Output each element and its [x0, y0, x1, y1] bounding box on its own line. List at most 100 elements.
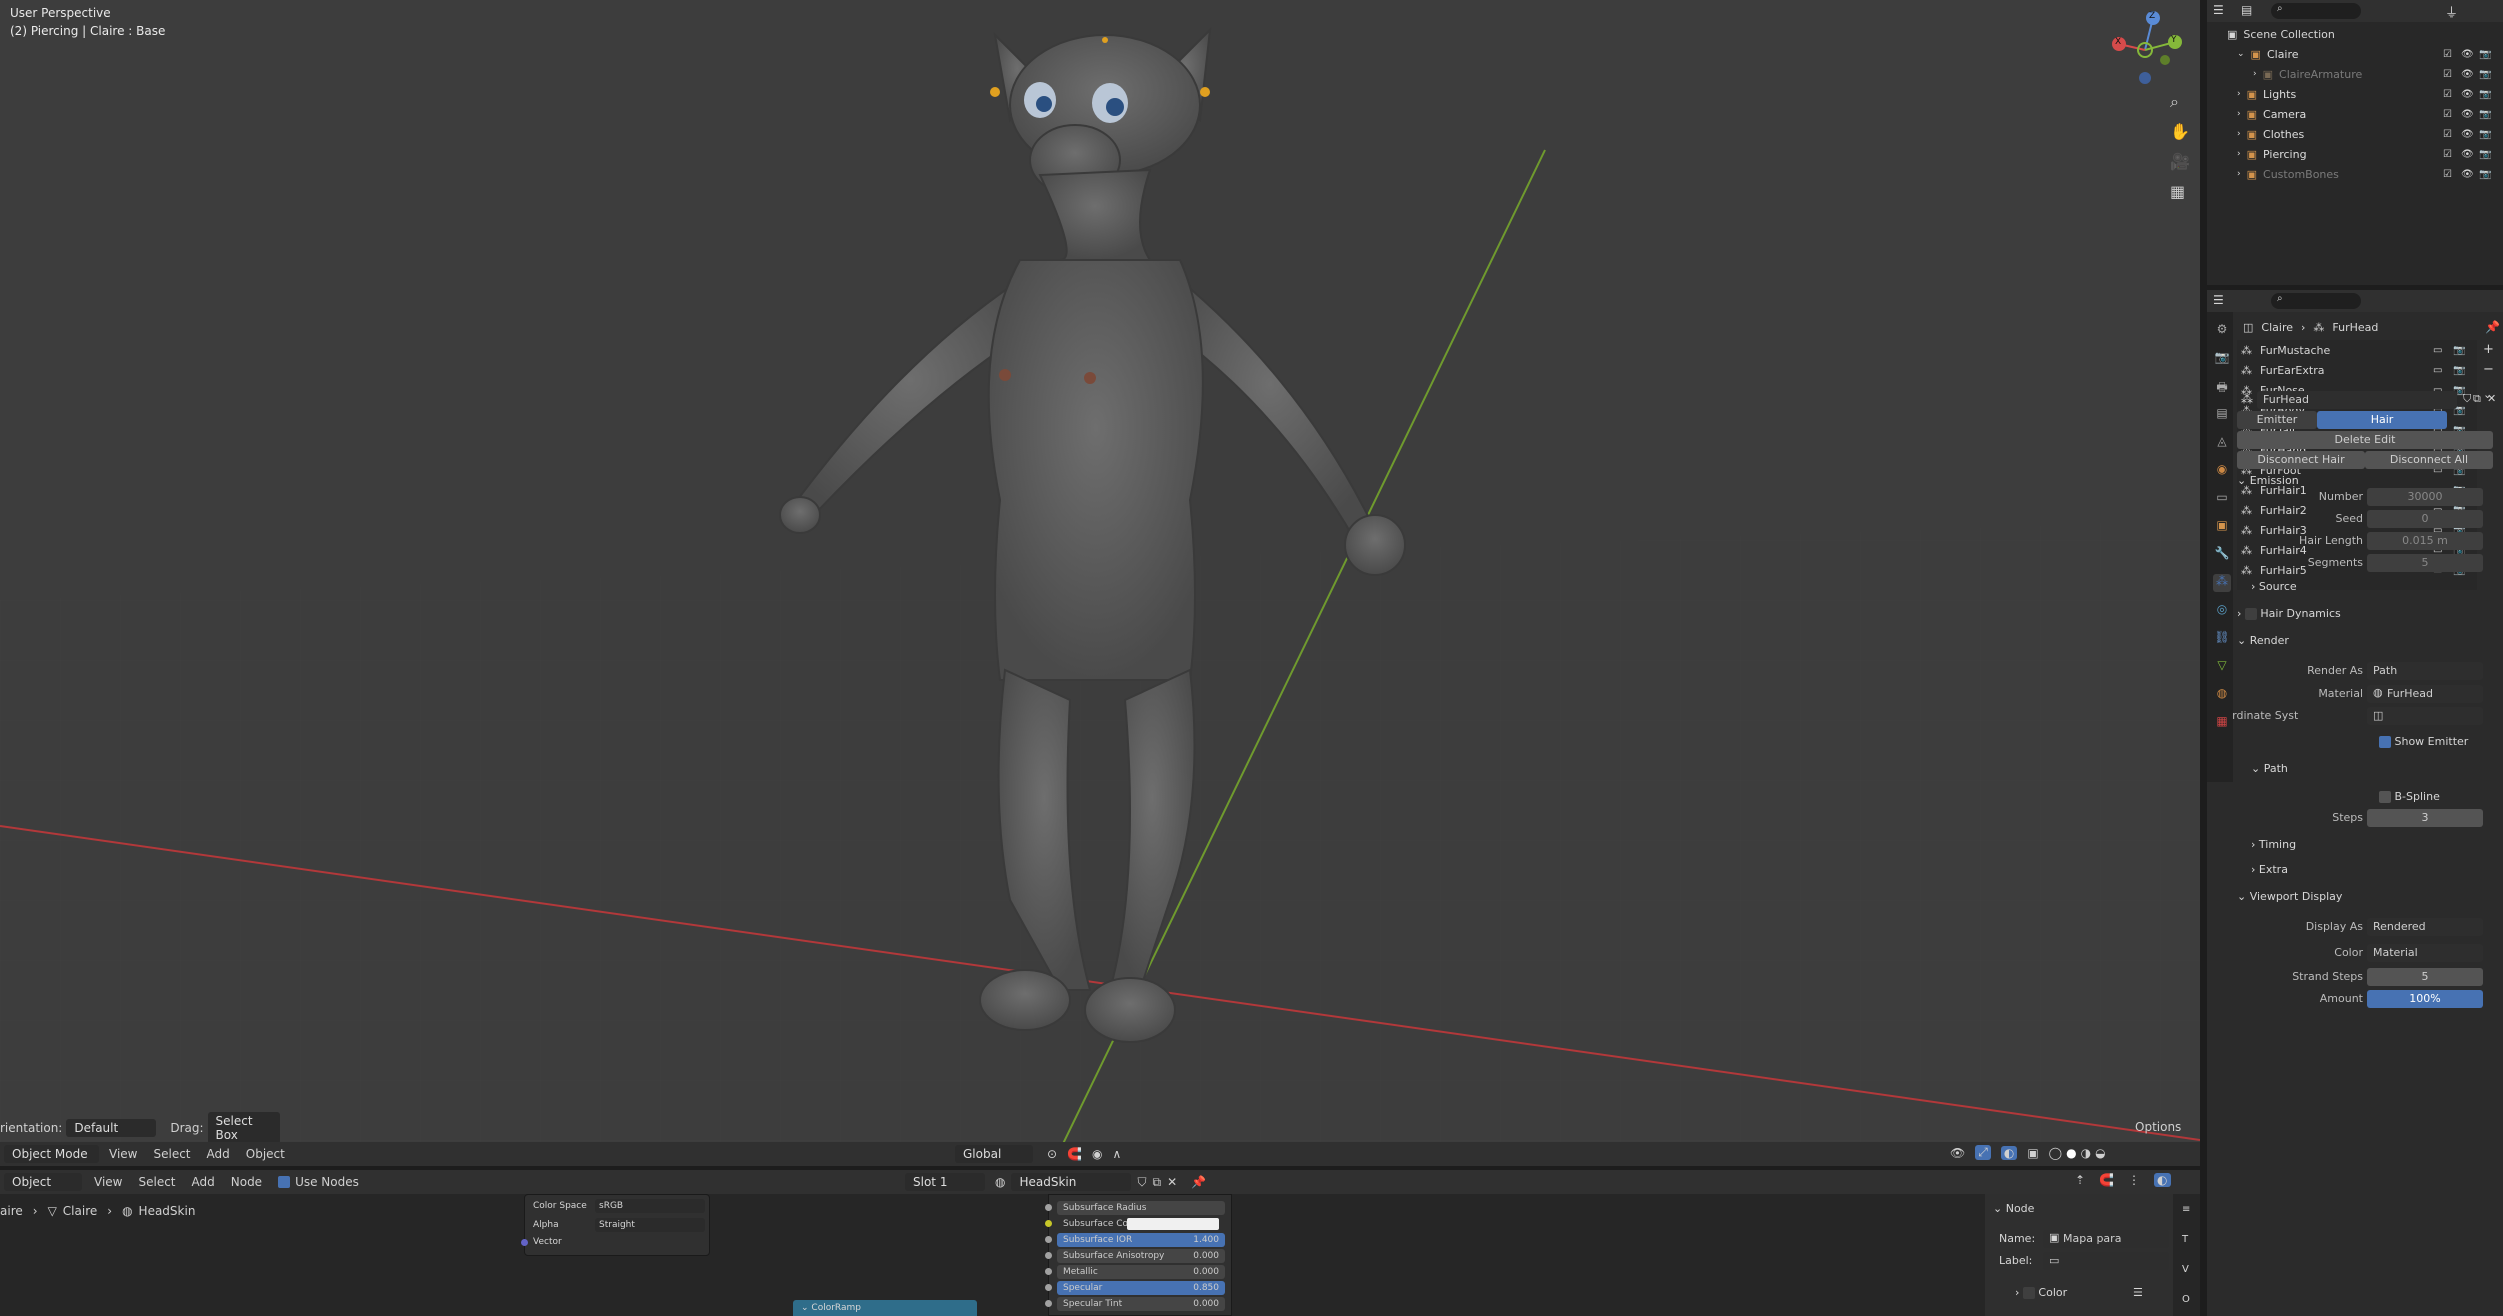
- principled-bsdf-node[interactable]: Subsurface Radius Subsurface Colo Subsurfa…: [1045, 1194, 1232, 1316]
- particle-system-item[interactable]: ⁂ FurEarExtra ▭ 📷: [2237, 360, 2477, 380]
- duplicate-icon[interactable]: ⧉: [2473, 392, 2481, 406]
- exclude-checkbox-icon[interactable]: ☑: [2443, 49, 2452, 60]
- source-panel-header[interactable]: › Source: [2251, 580, 2297, 593]
- pin-icon[interactable]: 📌: [2485, 320, 2500, 334]
- menu-select[interactable]: Select: [153, 1147, 190, 1161]
- parent-node-tree-icon[interactable]: ⇡: [2075, 1173, 2085, 1187]
- gizmo-toggle-icon[interactable]: ⤢: [1975, 1145, 1991, 1160]
- presets-list-icon[interactable]: ☰: [2133, 1286, 2143, 1299]
- path-subpanel-header[interactable]: ⌄ Path: [2251, 762, 2288, 775]
- render-camera-icon[interactable]: 📷: [2479, 69, 2491, 80]
- input-socket[interactable]: [1045, 1204, 1052, 1211]
- editor-type-dropdown[interactable]: Object: [4, 1173, 82, 1191]
- menu-view[interactable]: View: [109, 1147, 137, 1161]
- snap-nodes-icon[interactable]: 🧲: [2099, 1173, 2114, 1187]
- render-camera-icon[interactable]: 📷: [2479, 49, 2491, 60]
- tool-tab-icon[interactable]: ⚙: [2213, 322, 2231, 340]
- exclude-checkbox-icon[interactable]: ☑: [2443, 149, 2452, 160]
- particle-system-item[interactable]: ⁂ FurMustache ▭ 📷: [2237, 340, 2477, 360]
- material-copy-icon[interactable]: ⧉: [1153, 1175, 1162, 1190]
- coordinate-system-field[interactable]: ◫: [2367, 707, 2483, 725]
- show-viewport-icon[interactable]: ▭: [2433, 345, 2442, 356]
- particle-settings-field[interactable]: FurHead: [2257, 391, 2457, 409]
- hide-eye-icon[interactable]: 👁: [2461, 149, 2474, 160]
- visibility-icon[interactable]: 👁: [1950, 1146, 1965, 1160]
- node-menu-view[interactable]: View: [94, 1175, 122, 1189]
- hair-length-field[interactable]: 0.015 m: [2367, 532, 2483, 550]
- breadcrumb-particle-system[interactable]: FurHead: [2332, 321, 2378, 334]
- expand-arrow-icon[interactable]: ›: [2237, 129, 2241, 139]
- overlays-icon[interactable]: ◐: [2000, 1145, 2018, 1160]
- bsdf-input-row[interactable]: Metallic 0.000: [1045, 1265, 1225, 1279]
- expand-arrow-icon[interactable]: ›: [2237, 109, 2241, 119]
- node-overlays-icon[interactable]: ◐: [2154, 1173, 2171, 1187]
- solid-shading-icon[interactable]: ●: [2066, 1146, 2076, 1160]
- render-camera-icon[interactable]: 📷: [2479, 109, 2491, 120]
- filter-view-icon[interactable]: ▤: [2241, 3, 2252, 17]
- outliner-item[interactable]: › ▣ Camera ☑ 👁 📷: [2207, 104, 2503, 124]
- outliner-item[interactable]: › ▣ Lights ☑ 👁 📷: [2207, 84, 2503, 104]
- node-editor-canvas[interactable]: aire › ▽ Claire › ◍ HeadSkin Color Space…: [0, 1194, 2200, 1316]
- show-render-icon[interactable]: 📷: [2453, 345, 2465, 356]
- expand-arrow-icon[interactable]: ⌄: [2237, 49, 2245, 59]
- remove-slot-icon[interactable]: −: [2483, 362, 2494, 377]
- show-emitter-checkbox[interactable]: [2379, 736, 2391, 748]
- segments-field[interactable]: 5: [2367, 554, 2483, 572]
- steps-field[interactable]: 3: [2367, 809, 2483, 827]
- expand-arrow-icon[interactable]: ›: [2237, 149, 2241, 159]
- properties-search-input[interactable]: ⌕: [2271, 293, 2361, 309]
- orientation-dropdown[interactable]: Default: [66, 1119, 157, 1137]
- show-render-icon[interactable]: 📷: [2453, 365, 2465, 376]
- hair-dynamics-panel-header[interactable]: › Hair Dynamics: [2237, 607, 2341, 620]
- bspline-option[interactable]: B-Spline: [2379, 790, 2440, 803]
- strand-steps-field[interactable]: 5: [2367, 968, 2483, 986]
- color-checkbox[interactable]: [2022, 1287, 2035, 1299]
- material-tab-icon[interactable]: ◍: [2213, 686, 2231, 704]
- editor-type-icon[interactable]: ☰: [2213, 293, 2224, 307]
- node-panel-header[interactable]: ⌄ Node: [1993, 1202, 2034, 1215]
- input-socket[interactable]: [1045, 1252, 1052, 1259]
- render-tab-icon[interactable]: 📷: [2213, 350, 2231, 368]
- view-tab-icon[interactable]: V: [2182, 1264, 2189, 1275]
- disconnect-hair-button[interactable]: Disconnect Hair: [2237, 451, 2365, 469]
- input-socket[interactable]: [1045, 1220, 1052, 1227]
- outliner-search-input[interactable]: ⌕: [2271, 3, 2361, 19]
- expand-arrow-icon[interactable]: ›: [2237, 169, 2241, 179]
- material-browse-icon[interactable]: ◍: [995, 1175, 1005, 1189]
- disconnect-all-button[interactable]: Disconnect All: [2365, 451, 2493, 469]
- color-subpanel-header[interactable]: › Color: [2015, 1286, 2067, 1299]
- type-hair-button[interactable]: Hair: [2317, 411, 2447, 429]
- menu-add[interactable]: Add: [207, 1147, 230, 1161]
- outliner-item[interactable]: › ▣ Piercing ☑ 👁 📷: [2207, 144, 2503, 164]
- material-dropdown[interactable]: FurHead: [2367, 685, 2483, 703]
- pan-hand-icon[interactable]: ✋: [2170, 122, 2190, 141]
- add-slot-icon[interactable]: +: [2483, 342, 2494, 357]
- render-camera-icon[interactable]: 📷: [2479, 149, 2491, 160]
- alpha-dropdown[interactable]: Straight: [595, 1218, 705, 1232]
- material-name-field[interactable]: HeadSkin: [1011, 1173, 1132, 1191]
- emission-panel-header[interactable]: ⌄ Emission: [2237, 474, 2299, 487]
- menu-object[interactable]: Object: [246, 1147, 285, 1161]
- exclude-checkbox-icon[interactable]: ☑: [2443, 89, 2452, 100]
- output-tab-icon[interactable]: 🖶: [2213, 378, 2231, 396]
- timing-subpanel-header[interactable]: › Timing: [2251, 838, 2296, 851]
- bsdf-input-row[interactable]: Subsurface IOR 1.400: [1045, 1233, 1225, 1247]
- drag-dropdown[interactable]: Select Box: [207, 1112, 280, 1144]
- input-socket[interactable]: [1045, 1268, 1052, 1275]
- use-nodes-checkbox[interactable]: [278, 1176, 291, 1188]
- breadcrumb-object[interactable]: Claire: [2261, 321, 2293, 334]
- subsurface-color-swatch[interactable]: [1127, 1218, 1219, 1230]
- delete-edit-button[interactable]: Delete Edit: [2237, 431, 2493, 449]
- display-as-dropdown[interactable]: Rendered: [2367, 918, 2483, 936]
- options-tab-icon[interactable]: O: [2182, 1294, 2190, 1305]
- collection-tab-icon[interactable]: ▭: [2213, 490, 2231, 508]
- hair-dynamics-checkbox[interactable]: [2244, 608, 2257, 620]
- exclude-checkbox-icon[interactable]: ☑: [2443, 109, 2452, 120]
- 3d-viewport[interactable]: User Perspective (2) Piercing | Claire :…: [0, 0, 2200, 1150]
- color-space-dropdown[interactable]: sRGB: [595, 1199, 705, 1213]
- hide-eye-icon[interactable]: 👁: [2461, 49, 2474, 60]
- zoom-icon[interactable]: ⌕: [2170, 92, 2179, 112]
- material-unlink-icon[interactable]: ✕: [1167, 1175, 1177, 1189]
- hide-eye-icon[interactable]: 👁: [2461, 169, 2474, 180]
- view-layer-tab-icon[interactable]: ▤: [2213, 406, 2231, 424]
